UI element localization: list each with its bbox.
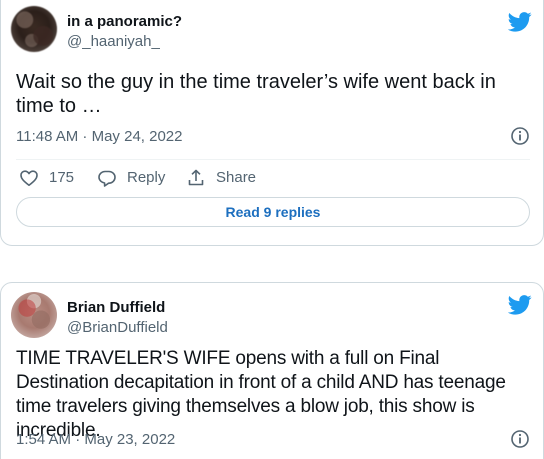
share-button[interactable]: Share bbox=[186, 168, 256, 188]
avatar[interactable] bbox=[11, 6, 57, 52]
reply-icon bbox=[98, 170, 116, 187]
twitter-bird-icon[interactable] bbox=[508, 12, 532, 32]
tweet-text: Wait so the guy in the time traveler’s w… bbox=[16, 71, 496, 117]
user-handle[interactable]: @BrianDuffield bbox=[67, 319, 168, 337]
user-handle[interactable]: @_haaniyah_ bbox=[67, 33, 160, 51]
info-icon[interactable] bbox=[510, 429, 530, 449]
display-name[interactable]: Brian Duffield bbox=[67, 299, 165, 317]
timestamp-link[interactable]: 1:54 AM · May 23, 2022 bbox=[16, 431, 175, 449]
share-label: Share bbox=[216, 169, 257, 186]
like-count: 175 bbox=[49, 169, 75, 186]
share-icon bbox=[188, 169, 204, 186]
tweet-text: TIME TRAVELER'S WIFE opens with a full o… bbox=[16, 348, 506, 441]
tweet-card-1[interactable]: in a panoramic? @_haaniyah_ Wait so the … bbox=[0, 0, 544, 246]
read-replies-button[interactable]: Read 9 replies bbox=[16, 197, 530, 227]
tweet-card-2[interactable]: Brian Duffield @BrianDuffield TIME TRAVE… bbox=[0, 282, 544, 459]
divider bbox=[16, 159, 530, 160]
avatar[interactable] bbox=[11, 292, 57, 338]
twitter-bird-icon[interactable] bbox=[508, 295, 532, 315]
reply-button[interactable]: Reply bbox=[97, 168, 165, 188]
like-button[interactable]: 175 bbox=[19, 168, 74, 188]
display-name[interactable]: in a panoramic? bbox=[67, 13, 182, 31]
tweet-embeds-canvas: in a panoramic? @_haaniyah_ Wait so the … bbox=[0, 0, 544, 459]
heart-icon bbox=[20, 170, 38, 186]
timestamp-link[interactable]: 11:48 AM · May 24, 2022 bbox=[16, 128, 183, 146]
info-icon[interactable] bbox=[510, 126, 530, 146]
reply-label: Reply bbox=[127, 169, 166, 186]
